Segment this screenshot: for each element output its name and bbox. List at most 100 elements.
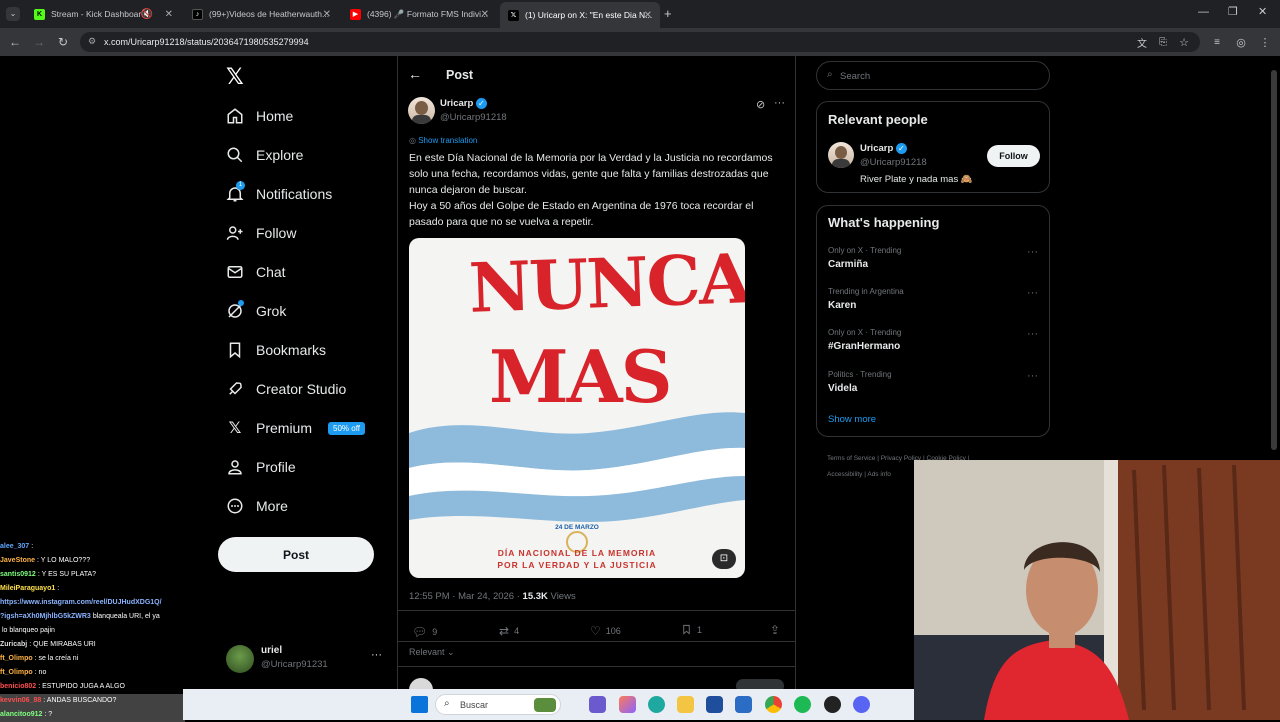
nav-profile[interactable]: Profile [226, 452, 296, 482]
tab-tiktok[interactable]: ♪ (99+)Videos de Heatherwauth... ✕ [184, 3, 339, 25]
trend-item[interactable]: Only on X · Trending Carmiña ··· [828, 246, 1038, 270]
like-button[interactable]: ♡ 106 [590, 624, 621, 638]
tab-search-button[interactable]: ⌄ [6, 7, 20, 21]
spotify-icon[interactable] [794, 696, 811, 713]
close-icon[interactable]: ✕ [644, 10, 652, 21]
chat-username[interactable]: ft_Olimpo [0, 669, 33, 676]
taskbar-search[interactable]: ⌕ Buscar [435, 694, 561, 715]
nav-grok[interactable]: Grok [226, 296, 286, 326]
ads-info-link[interactable]: Ads info [867, 471, 891, 478]
new-tab-icon[interactable]: + [664, 6, 672, 21]
chat-username[interactable]: alee_307 [0, 543, 29, 550]
teams-icon[interactable] [589, 696, 606, 713]
trend-item[interactable]: Trending in Argentina Karen ··· [828, 287, 1038, 311]
chat-username[interactable]: ft_Olimpo [0, 655, 33, 662]
repost-button[interactable]: ⇄ 4 [499, 624, 519, 638]
nav-follow[interactable]: Follow [226, 218, 296, 248]
person-name-row[interactable]: Uricarp ✓ [860, 143, 907, 154]
show-more-link[interactable]: Show more [828, 414, 876, 425]
trend-item[interactable]: Only on X · Trending #GranHermano ··· [828, 328, 1038, 352]
chat-username[interactable]: santis0912 [0, 571, 36, 578]
post-image[interactable]: NUNCA MAS 24 DE MARZO DÍA NACIONAL DE LA… [409, 238, 745, 578]
nav-explore[interactable]: Explore [226, 140, 303, 170]
scrollbar-thumb[interactable] [1271, 70, 1277, 450]
chat-message: https://www.instagram.com/reel/DUJHudXDG… [0, 596, 185, 610]
nav-notifications[interactable]: 1 Notifications [226, 179, 332, 209]
store-icon[interactable] [706, 696, 723, 713]
more-dots-icon[interactable]: ··· [371, 649, 382, 661]
restore-icon[interactable]: ❐ [1228, 5, 1238, 18]
site-info-icon[interactable]: ⚙ [88, 36, 96, 47]
bookmark-button[interactable]: 1 [681, 624, 702, 635]
profile-icon[interactable]: ◎ [1233, 34, 1249, 50]
reply-button[interactable]: 💬︎ 9 [412, 625, 437, 639]
outlook-icon[interactable] [735, 696, 752, 713]
discord-icon[interactable] [853, 696, 870, 713]
more-options-icon[interactable]: ··· [774, 97, 785, 109]
chrome-icon[interactable] [765, 696, 782, 713]
menu-icon[interactable]: ⋮ [1257, 34, 1273, 50]
grok-analyze-icon[interactable]: ⊘ [756, 98, 765, 111]
more-dots-icon[interactable]: ··· [1027, 246, 1038, 258]
person-handle[interactable]: @Uricarp91218 [860, 157, 927, 168]
tab-kick[interactable]: K Stream - Kick Dashboard 🔇 ✕ [26, 3, 181, 25]
forward-icon[interactable]: → [31, 34, 47, 50]
address-bar[interactable]: ⚙ x.com/Uricarp91218/status/203647198053… [80, 32, 1200, 52]
more-dots-icon[interactable]: ··· [1027, 287, 1038, 299]
reply-sort-dropdown[interactable]: Relevant ⌄ [409, 647, 455, 658]
terms-link[interactable]: Terms of Service [827, 455, 875, 462]
reading-list-icon[interactable]: ≡ [1209, 34, 1225, 50]
tab-youtube[interactable]: ▶ (4396) 🎤 Formato FMS Indivi... ✕ [342, 3, 497, 25]
x-logo-icon[interactable]: 𝕏 [226, 64, 244, 90]
reply-count: 9 [432, 627, 438, 637]
nav-bookmarks[interactable]: Bookmarks [226, 335, 326, 365]
tab-x-post[interactable]: 𝕏 (1) Uricarp on X: "En este Dia N... ✕ [500, 2, 660, 28]
window-close-icon[interactable]: ✕ [1258, 5, 1267, 18]
nav-chat[interactable]: Chat [226, 257, 286, 287]
author-avatar[interactable] [408, 97, 435, 124]
search-box[interactable]: ⌕ Search [816, 61, 1050, 90]
scrollbar[interactable] [1270, 58, 1278, 458]
minimize-icon[interactable]: — [1198, 6, 1209, 18]
author-name-row[interactable]: Uricarp ✓ [440, 98, 487, 109]
image-grok-icon[interactable]: ⊡ [712, 549, 736, 569]
close-icon[interactable]: ✕ [165, 9, 173, 20]
mute-icon[interactable]: 🔇 [141, 9, 153, 20]
nav-premium[interactable]: 𝕏 Premium 50% off [226, 413, 365, 443]
back-arrow-icon[interactable]: ← [408, 66, 422, 82]
chat-username[interactable]: Zuricabj [0, 641, 27, 648]
chat-username[interactable]: https://www.instagram.com/reel/DUJHudXDG… [0, 599, 162, 606]
more-dots-icon[interactable]: ··· [1027, 328, 1038, 340]
windows-start-icon[interactable] [411, 696, 428, 713]
chat-username[interactable]: MileiParaguayo1 [0, 585, 55, 592]
show-translation-link[interactable]: ◎ Show translation [409, 136, 477, 145]
nav-creator-studio[interactable]: Creator Studio [226, 374, 346, 404]
copilot-icon[interactable] [619, 696, 636, 713]
close-icon[interactable]: ✕ [323, 9, 331, 20]
chat-username[interactable]: kevvin06_88 [0, 697, 41, 704]
chat-username[interactable]: alancitoo912 [0, 711, 42, 718]
translate-icon[interactable]: 文 [1134, 34, 1150, 50]
account-switcher[interactable]: uriel @Uricarp91231 ··· [226, 643, 396, 677]
obs-icon[interactable] [824, 696, 841, 713]
author-handle[interactable]: @Uricarp91218 [440, 112, 507, 123]
follow-button[interactable]: Follow [987, 145, 1040, 167]
more-dots-icon[interactable]: ··· [1027, 370, 1038, 382]
edge-icon[interactable] [648, 696, 665, 713]
share-icon[interactable]: ⇪ [770, 623, 780, 637]
accessibility-link[interactable]: Accessibility [827, 471, 862, 478]
install-icon[interactable]: ⎘ [1155, 34, 1171, 50]
trend-item[interactable]: Politics · Trending Videla ··· [828, 370, 1038, 394]
reload-icon[interactable]: ↻ [55, 34, 71, 50]
chat-username[interactable]: JaveStone [0, 557, 35, 564]
chat-username[interactable]: benicio802 [0, 683, 36, 690]
chat-username[interactable]: ?igsh=aXh0MjhlbG5kZWR3 [0, 613, 91, 620]
bookmark-star-icon[interactable]: ☆ [1176, 34, 1192, 50]
close-icon[interactable]: ✕ [481, 9, 489, 20]
nav-home[interactable]: Home [226, 101, 293, 131]
back-icon[interactable]: ← [7, 34, 23, 50]
post-button[interactable]: Post [218, 537, 374, 572]
person-avatar[interactable] [828, 142, 854, 168]
file-explorer-icon[interactable] [677, 696, 694, 713]
nav-more[interactable]: More [226, 491, 288, 521]
